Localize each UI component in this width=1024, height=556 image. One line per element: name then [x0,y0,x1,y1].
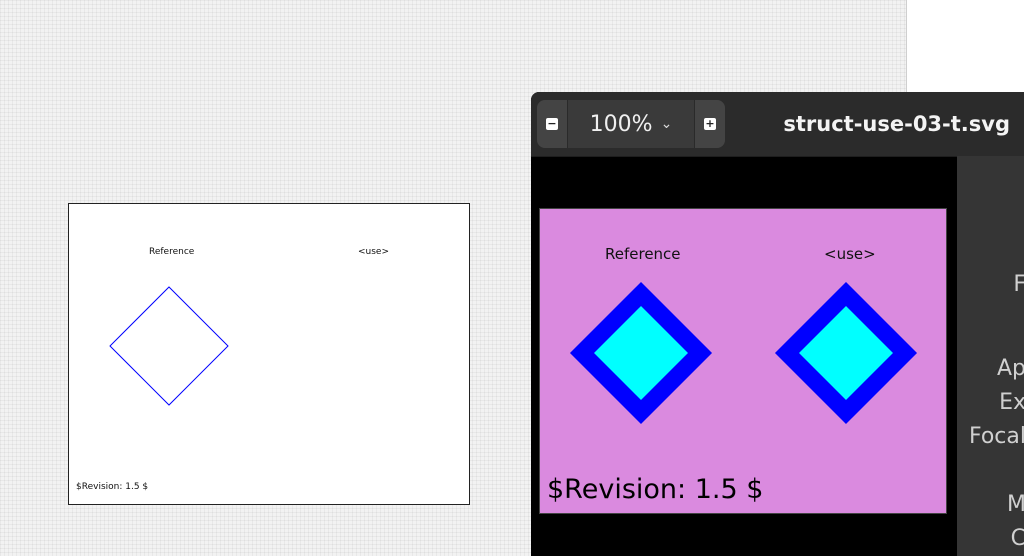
reference-diamond [569,281,713,425]
sidebar-label: Ap [996,356,1024,381]
svg-preview: Reference <use> $Revision: 1.5 $ [539,208,947,514]
preview-reference-label: Reference [605,245,681,263]
image-viewer-window[interactable]: − 100% ⌄ + struct-use-03-t.svg Reference… [531,92,1024,556]
outline-use-label: <use> [358,247,389,257]
outline-revision-text: $Revision: 1.5 $ [76,482,148,492]
outline-drawing: Reference <use> $Revision: 1.5 $ [76,247,389,492]
zoom-in-button[interactable]: + [694,100,725,148]
chevron-down-icon: ⌄ [660,116,673,132]
preview-revision-text: $Revision: 1.5 $ [547,474,763,505]
use-diamond [774,281,918,425]
zoom-level-text: 100% [589,111,653,137]
properties-sidebar: F Ap Ex Focal M C [957,156,1024,556]
svg-outline-document[interactable]: Reference <use> $Revision: 1.5 $ [68,203,470,505]
window-title: struct-use-03-t.svg [783,112,1010,136]
outline-reference-label: Reference [149,247,195,257]
sidebar-label: C [1010,526,1024,551]
zoom-dropdown[interactable]: 100% ⌄ [567,100,695,148]
zoom-controls: − 100% ⌄ + [537,100,725,148]
preview-drawing: Reference <use> $Revision: 1.5 $ [547,245,918,505]
sidebar-label: F [1013,272,1024,297]
sidebar-label: Ex [999,390,1024,415]
preview-use-label: <use> [824,245,876,263]
outline-diamond[interactable] [109,286,229,406]
viewer-titlebar: − 100% ⌄ + struct-use-03-t.svg [531,92,1024,157]
sidebar-label: M [1007,492,1024,517]
minus-icon: − [546,117,558,130]
zoom-out-button[interactable]: − [537,100,568,148]
sidebar-label: Focal [968,424,1024,449]
plus-icon: + [704,117,716,130]
